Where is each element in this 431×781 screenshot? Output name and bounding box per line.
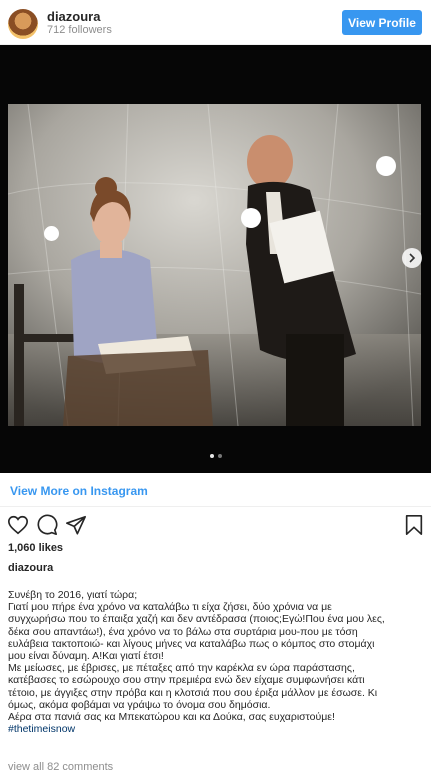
hashtag-link[interactable]: #thetimeisnow (8, 723, 426, 735)
next-slide-button[interactable] (402, 248, 422, 268)
carousel-dot (217, 454, 222, 458)
post-photo (8, 104, 421, 426)
caption-line: δέκα σου απαντάω!), ένα χρόνο να το βάλω… (8, 625, 358, 638)
caption-line: κατέβασες το εσώρουχο σου στην πρεμιέρα … (8, 674, 365, 687)
caption-line: Συνέβη το 2016, γιατί τώρα; (8, 589, 138, 601)
photo-light-2 (241, 208, 261, 228)
photo-light-3 (376, 156, 396, 176)
chevron-right-icon (409, 253, 416, 263)
caption-line: τέτοιο, με άγγιξες στην πρόβα και η κλοτ… (8, 686, 378, 699)
caption-line: Αέρα στα πανιά σας κα Μπεκατώρου και κα … (8, 711, 335, 724)
caption-line: όμως, ακόμα φοβάμαι να γράψω το όνομα σο… (8, 698, 271, 711)
caption-text: Συνέβη το 2016, γιατί τώρα; Γιατί μου πή… (8, 589, 426, 735)
followers-count: 712 followers (47, 24, 112, 36)
view-more-link[interactable]: View More on Instagram (10, 484, 148, 498)
caption-username[interactable]: diazoura (8, 562, 53, 574)
caption-line: συγχωρήσω που το έπαιξα χαζή και δεν αντ… (8, 613, 385, 626)
header-username[interactable]: diazoura (47, 9, 100, 24)
carousel-dot-active (209, 454, 214, 458)
post-header: diazoura 712 followers View Profile (0, 0, 431, 45)
avatar[interactable] (8, 9, 38, 39)
carousel-indicators (0, 454, 431, 460)
likes-count[interactable]: 1,060 likes (8, 542, 63, 554)
action-bar (0, 514, 431, 538)
view-profile-button[interactable]: View Profile (342, 10, 422, 35)
caption-line: Γιατί μου πήρε ένα χρόνο να καταλάβω τι … (8, 601, 332, 614)
heart-icon[interactable] (7, 514, 29, 536)
photo-light-1 (44, 226, 59, 241)
caption-line: μου είναι δύναμη. Α!Και γιατί έτσι! (8, 650, 164, 663)
comment-icon[interactable] (36, 514, 58, 536)
post-media[interactable] (0, 45, 431, 473)
caption-line: ευλάβεια τακτοποιώ- και λίγους μήνες να … (8, 637, 375, 650)
divider (0, 506, 431, 507)
bookmark-icon[interactable] (403, 514, 425, 536)
view-comments-link[interactable]: view all 82 comments (8, 761, 113, 773)
caption-line: Με μείωσες, με έβρισες, με πέταξες από τ… (8, 662, 355, 675)
share-icon[interactable] (65, 514, 87, 536)
